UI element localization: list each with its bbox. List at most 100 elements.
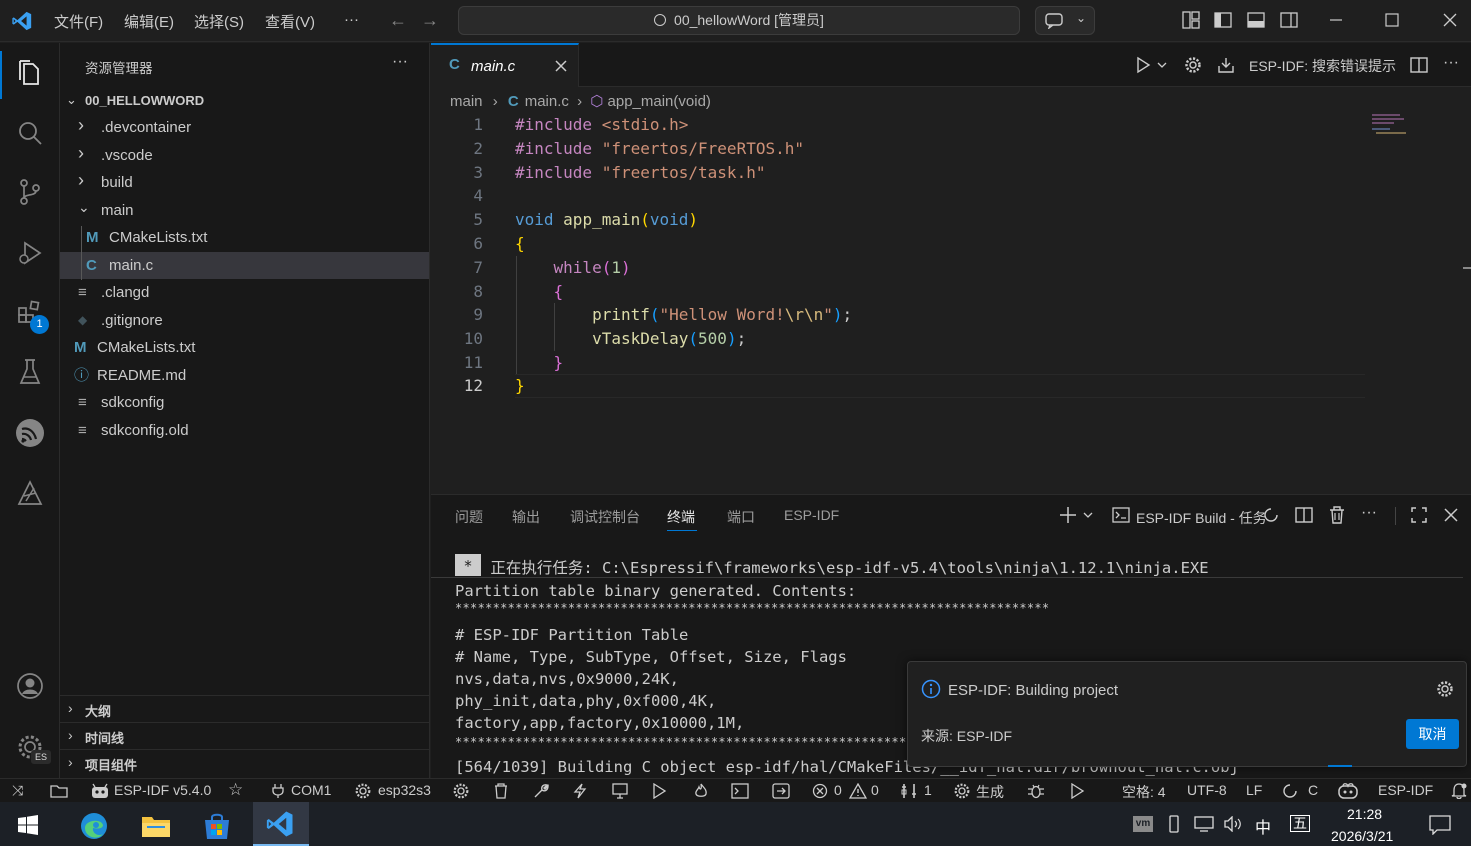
ime-wubi[interactable]: 五 — [1290, 815, 1310, 832]
code-line-2[interactable]: #include "freertos/FreeRTOS.h" — [515, 137, 804, 161]
source-control-icon[interactable] — [14, 176, 46, 208]
folder-icon[interactable] — [50, 783, 68, 799]
explorer-icon[interactable] — [14, 57, 46, 89]
timeline-section[interactable]: › 时间线 — [60, 722, 429, 749]
menu-view[interactable]: 查看(V) — [265, 11, 315, 32]
tree-item[interactable]: ≡ sdkconfig — [60, 389, 429, 416]
download-box-icon[interactable] — [1216, 55, 1236, 75]
editor-more-icon[interactable]: ··· — [1443, 54, 1459, 72]
new-terminal-icon[interactable] — [1059, 505, 1095, 525]
code-line-9[interactable]: printf("Hellow Word!\r\n"); — [515, 303, 852, 327]
maximize-panel-icon[interactable] — [1409, 505, 1429, 525]
idf-tool-icon[interactable] — [14, 477, 46, 509]
end-of-line[interactable]: LF — [1246, 782, 1262, 798]
clock-date[interactable]: 2026/3/21 — [1331, 828, 1393, 844]
testing-flask-icon[interactable] — [14, 356, 46, 388]
indent-spaces[interactable]: 空格: 4 — [1122, 782, 1166, 802]
debug-icon[interactable] — [650, 783, 668, 799]
tree-item[interactable]: ≡ .clangd — [60, 279, 429, 306]
run-debug-dropdown-icon[interactable] — [1133, 55, 1169, 75]
microsoft-store-icon[interactable] — [202, 811, 232, 841]
copilot-icon[interactable] — [1337, 782, 1359, 800]
flash-icon[interactable] — [572, 783, 588, 799]
volume-icon[interactable] — [1224, 816, 1244, 832]
toggle-sidebar-icon[interactable] — [1213, 10, 1233, 30]
menu-edit[interactable]: 编辑(E) — [124, 11, 174, 32]
split-editor-icon[interactable] — [1409, 55, 1429, 75]
tree-item[interactable]: › .vscode — [60, 142, 429, 169]
outline-section[interactable]: › 大纲 — [60, 695, 429, 722]
terminal-name[interactable]: ESP-IDF Build - 任务 — [1136, 508, 1267, 528]
workspace-root[interactable]: ⌄ 00_HELLOWWORD — [60, 87, 429, 114]
clock-time[interactable]: 21:28 — [1347, 806, 1382, 822]
idf-status[interactable]: ESP-IDF — [1378, 782, 1433, 798]
code-line-10[interactable]: vTaskDelay(500); — [515, 327, 746, 351]
warning-count[interactable]: 0 — [871, 782, 879, 798]
search-sidebar-icon[interactable] — [14, 117, 46, 149]
customize-layout-icon[interactable] — [1181, 10, 1201, 30]
gear-icon[interactable] — [452, 783, 470, 799]
panel-tab[interactable]: 终端 — [667, 507, 695, 527]
code-line-6[interactable]: { — [515, 232, 525, 256]
play-icon[interactable] — [1068, 783, 1086, 799]
menu-selection[interactable]: 选择(S) — [194, 11, 244, 32]
notifications-bell-icon[interactable] — [1450, 783, 1468, 799]
target-chip[interactable]: esp32s3 — [378, 782, 431, 798]
panel-tab[interactable]: 问题 — [455, 507, 483, 527]
fire-icon[interactable] — [693, 783, 709, 799]
tools-icon[interactable] — [900, 783, 918, 799]
run-debug-icon[interactable] — [14, 237, 46, 269]
minimize-icon[interactable] — [1326, 10, 1346, 30]
panel-tab[interactable]: 调试控制台 — [570, 507, 640, 527]
edge-browser-icon[interactable] — [78, 810, 110, 842]
serial-port[interactable]: COM1 — [291, 782, 331, 798]
close-panel-icon[interactable] — [1441, 505, 1461, 525]
file-explorer-icon[interactable] — [140, 812, 172, 840]
trash-icon[interactable] — [493, 783, 509, 799]
file-encoding[interactable]: UTF-8 — [1187, 782, 1227, 798]
star-icon[interactable]: ☆ — [228, 780, 243, 800]
tab-main-c[interactable]: C main.c — [431, 43, 579, 87]
trash-icon[interactable] — [1327, 505, 1347, 525]
export-icon[interactable] — [772, 783, 790, 799]
code-line-1[interactable]: #include <stdio.h> — [515, 113, 688, 137]
tree-item[interactable]: M CMakeLists.txt — [60, 224, 429, 251]
wrench-icon[interactable] — [533, 783, 549, 799]
error-count[interactable]: 0 — [834, 782, 842, 798]
error-icon[interactable] — [812, 783, 828, 799]
code-line-3[interactable]: #include "freertos/task.h" — [515, 161, 765, 185]
split-terminal-icon[interactable] — [1294, 505, 1314, 525]
network-icon[interactable] — [1194, 816, 1216, 832]
code-line-7[interactable]: while(1) — [515, 256, 631, 280]
vmware-tray-icon[interactable]: vm — [1133, 816, 1153, 832]
account-icon[interactable] — [14, 670, 46, 702]
close-window-icon[interactable] — [1440, 10, 1460, 30]
esp-idf-search-errors-button[interactable]: ESP-IDF: 搜索错误提示 — [1249, 56, 1396, 76]
copilot-button[interactable]: ⌄ — [1035, 6, 1095, 35]
menu-file[interactable]: 文件(F) — [54, 11, 103, 32]
gear-icon[interactable] — [1435, 679, 1455, 699]
menu-more[interactable]: ··· — [344, 11, 359, 28]
forward-arrow-icon[interactable]: → — [420, 10, 440, 30]
breadcrumb-file[interactable]: main.c — [525, 93, 569, 110]
close-tab-icon[interactable] — [555, 60, 567, 72]
windows-start-icon[interactable] — [18, 815, 38, 835]
tree-item[interactable]: ⓘ README.md — [60, 362, 429, 389]
usb-icon[interactable] — [1167, 815, 1181, 833]
panel-tab[interactable]: ESP-IDF — [784, 507, 839, 523]
project-components-section[interactable]: › 项目组件 — [60, 749, 429, 778]
espressif-icon[interactable] — [12, 415, 48, 451]
tree-item[interactable]: › build — [60, 169, 429, 196]
toggle-panel-icon[interactable] — [1246, 10, 1266, 30]
panel-more-icon[interactable]: ··· — [1361, 504, 1377, 522]
tree-item[interactable]: ≡ sdkconfig.old — [60, 417, 429, 444]
vscode-taskbar-button[interactable] — [253, 802, 309, 846]
panel-tab[interactable]: 端口 — [727, 507, 755, 527]
maximize-icon[interactable] — [1382, 10, 1402, 30]
back-arrow-icon[interactable]: ← — [388, 10, 408, 30]
breadcrumb-folder[interactable]: main — [450, 93, 483, 110]
code-line-8[interactable]: { — [515, 280, 564, 304]
ime-mode[interactable]: 中 — [1255, 814, 1271, 838]
command-center-search[interactable]: 00_hellowWord [管理员] — [458, 6, 1020, 35]
sidebar-more-icon[interactable]: ··· — [392, 53, 408, 71]
